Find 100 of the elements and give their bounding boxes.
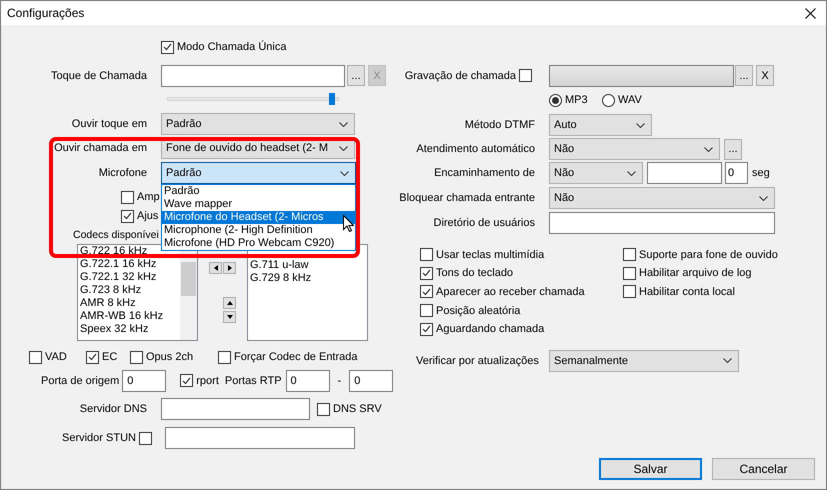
checkbox-label: Suporte para fone de ouvido — [639, 248, 778, 261]
checkbox[interactable] — [623, 248, 636, 262]
checkbox[interactable] — [161, 40, 174, 54]
list-item[interactable]: G.729 8 kHz — [250, 272, 312, 285]
slider-thumb[interactable] — [328, 93, 335, 105]
checkbox[interactable] — [623, 285, 636, 298]
chevron-down-icon — [723, 358, 732, 364]
list-item[interactable]: G.722.1 32 kHz — [80, 271, 156, 284]
chevron-down-icon — [636, 122, 645, 128]
checkbox-label: Forçar Codec de Entrada — [234, 351, 358, 363]
checkbox[interactable] — [29, 350, 42, 364]
field-label: Ouvir toque em — [70, 118, 147, 130]
text-field[interactable]: 0 — [349, 370, 394, 392]
checkbox-label: VAD — [45, 351, 67, 363]
checkbox[interactable] — [86, 350, 99, 364]
radio-button[interactable] — [549, 94, 562, 106]
clear-button[interactable]: X — [756, 65, 774, 86]
field-label: Porta de origem — [41, 374, 120, 386]
field-label: Atendimento automático — [415, 143, 535, 155]
checkbox[interactable] — [121, 210, 134, 222]
dropdown[interactable]: Padrão — [161, 162, 356, 184]
list-item[interactable]: AMR 8 kHz — [80, 297, 136, 310]
field-label: Verificar por atualizações — [416, 354, 540, 367]
field-label: Método DTMF — [464, 119, 535, 131]
field-label: Ouvir chamada em — [53, 142, 147, 154]
chevron-down-icon — [339, 122, 348, 126]
radio-button[interactable] — [602, 94, 615, 106]
checkbox-label: Aguardando chamada — [436, 323, 544, 336]
checkbox[interactable] — [420, 248, 433, 262]
text-field[interactable]: 0 — [122, 370, 166, 392]
chevron-down-icon — [759, 196, 768, 200]
unit-label: seg — [752, 167, 770, 179]
browse-button[interactable]: ... — [347, 65, 365, 86]
radio-label: MP3 — [565, 94, 588, 106]
left-arrow-icon — [212, 264, 218, 272]
chevron-down-icon — [704, 146, 713, 152]
checkbox[interactable] — [420, 285, 433, 298]
checkbox-label: Modo Chamada Única — [177, 41, 286, 53]
dropdown[interactable]: Auto — [549, 114, 652, 136]
text-field[interactable] — [161, 398, 310, 420]
checkbox-label: Habilitar arquivo de log — [639, 267, 752, 280]
dropdown[interactable]: Não — [549, 138, 720, 160]
move-right-button[interactable] — [223, 262, 236, 274]
window-title: Configurações — [7, 6, 84, 20]
move-up-button[interactable] — [223, 297, 236, 309]
down-arrow-icon — [226, 314, 234, 320]
list-item[interactable]: G.722.1 16 kHz — [80, 258, 156, 271]
text-field[interactable] — [549, 212, 775, 234]
checkbox[interactable] — [121, 190, 134, 204]
checkbox[interactable] — [420, 266, 433, 280]
dropdown-option[interactable]: Microfone do Headset (2- Micros — [162, 211, 355, 224]
checkbox-label: Aparecer ao receber chamada — [436, 286, 585, 298]
text-field[interactable] — [161, 64, 345, 86]
text-field[interactable] — [164, 427, 355, 449]
dropdown[interactable]: Padrão — [161, 113, 355, 135]
checkbox[interactable] — [218, 350, 231, 364]
more-button[interactable]: ... — [724, 138, 742, 160]
chevron-down-icon — [340, 170, 349, 176]
move-down-button[interactable] — [223, 311, 236, 323]
checkbox[interactable] — [420, 322, 433, 336]
checkbox-label: EC — [102, 351, 118, 363]
chevron-down-icon — [339, 146, 348, 150]
checkbox-label: DNS SRV — [333, 403, 382, 415]
dropdown[interactable]: Não — [549, 162, 643, 184]
move-left-button[interactable] — [209, 262, 222, 274]
checkbox[interactable] — [623, 266, 636, 280]
checkbox[interactable] — [519, 69, 532, 82]
browse-button[interactable]: ... — [735, 65, 753, 86]
checkbox[interactable] — [180, 374, 194, 387]
list-item[interactable]: AMR-WB 16 kHz — [80, 310, 164, 323]
field-label: Servidor STUN — [62, 432, 136, 444]
dropdown[interactable]: Semanalmente — [549, 350, 739, 372]
dialog-button[interactable]: Cancelar — [712, 458, 815, 480]
checkbox-label: Opus 2ch — [146, 351, 194, 363]
field-label: Microfone — [98, 167, 147, 179]
list-item[interactable]: Speex 32 kHz — [80, 323, 148, 336]
checkbox[interactable] — [317, 402, 330, 416]
checkbox[interactable] — [420, 304, 433, 318]
checkbox-label: Posição aleatória — [436, 304, 520, 317]
text-field[interactable] — [647, 162, 722, 184]
range-separator: - — [338, 374, 342, 386]
checkbox[interactable] — [138, 432, 152, 444]
list-item[interactable]: G.723 8 kHz — [80, 284, 142, 297]
text-field[interactable]: 0 — [286, 370, 330, 392]
list-label: Codecs disponívei — [73, 228, 159, 240]
list-item[interactable]: G.722 16 kHz — [80, 245, 148, 258]
dialog-button[interactable]: Salvar — [599, 458, 702, 480]
dropdown[interactable]: Não — [549, 187, 775, 209]
field-label: Portas RTP — [224, 374, 282, 386]
checkbox-label: Habilitar conta local — [639, 286, 735, 298]
list-item[interactable]: G.711 u-law — [250, 259, 308, 272]
checkbox-label: Tons do teclado — [436, 267, 514, 280]
text-field[interactable] — [549, 64, 734, 86]
checkbox-label: Amp — [137, 191, 160, 203]
field-label: Encaminhamento de — [433, 167, 535, 179]
text-field[interactable]: 0 — [725, 162, 748, 184]
field-label: Toque de Chamada — [50, 70, 147, 82]
checkbox[interactable] — [130, 350, 143, 364]
close-icon[interactable] — [805, 8, 816, 18]
checkbox-label: Usar teclas multimídia — [436, 248, 544, 261]
